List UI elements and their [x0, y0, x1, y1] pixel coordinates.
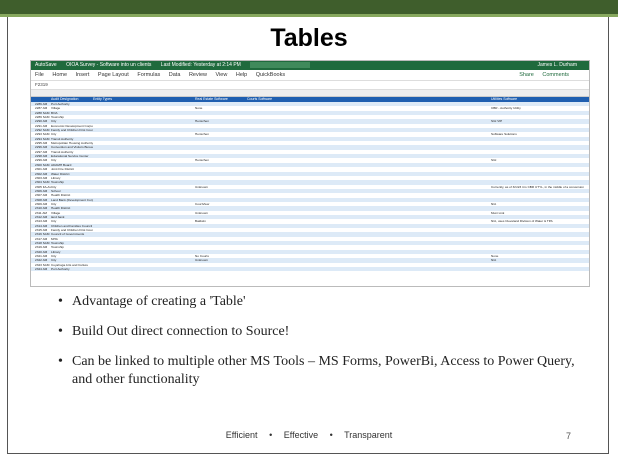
footer-efficient: Efficient	[225, 430, 258, 440]
menu-file[interactable]: File	[35, 72, 44, 78]
menu-page-layout[interactable]: Page Layout	[98, 72, 129, 78]
ribbon-menu: File Home Insert Page Layout Formulas Da…	[31, 70, 589, 80]
search-box[interactable]	[250, 61, 311, 68]
bullet-item: Advantage of creating a 'Table'	[58, 293, 578, 311]
menu-quickbooks[interactable]: QuickBooks	[256, 72, 285, 78]
share-comments: Share Comments	[519, 70, 576, 80]
table-row: 2324 AM Port Authority	[31, 267, 589, 272]
slide-title: Tables	[270, 24, 348, 52]
data-table: Audit Designation Entity Types Real Esta…	[31, 97, 589, 272]
menu-formulas[interactable]: Formulas	[137, 72, 160, 78]
menu-help[interactable]: Help	[236, 72, 247, 78]
autosave-label[interactable]: AutoSave	[35, 62, 57, 68]
menu-home[interactable]: Home	[52, 72, 67, 78]
slide-footer: Efficient • Effective • Transparent	[0, 430, 618, 440]
bullet-item: Can be linked to multiple other MS Tools…	[58, 353, 578, 389]
bullet-item: Build Out direct connection to Source!	[58, 323, 578, 341]
file-name: OIOA Survey - Software into un clients	[66, 62, 152, 68]
comments-button[interactable]: Comments	[542, 72, 569, 78]
table-cell[interactable]	[195, 267, 247, 271]
excel-screenshot: AutoSave OIOA Survey - Software into un …	[30, 60, 590, 287]
bullet-list: Advantage of creating a 'Table' Build Ou…	[58, 293, 578, 401]
share-button[interactable]: Share	[519, 72, 534, 78]
slide-top-bar	[0, 0, 618, 14]
table-cell[interactable]	[93, 267, 195, 271]
page-number: 7	[566, 431, 572, 441]
last-modified: Last Modified: Yesterday at 2:14 PM	[160, 62, 241, 68]
menu-insert[interactable]: Insert	[76, 72, 90, 78]
excel-titlebar: AutoSave OIOA Survey - Software into un …	[31, 61, 589, 70]
column-headers	[31, 90, 589, 97]
menu-review[interactable]: Review	[189, 72, 207, 78]
footer-effective: Effective	[283, 430, 319, 440]
name-box[interactable]: F2319	[35, 82, 48, 87]
formula-bar: F2319	[31, 80, 589, 90]
footer-dot: •	[329, 430, 333, 440]
table-cell[interactable]	[247, 267, 491, 271]
table-cell[interactable]: 2324 AM	[31, 267, 51, 271]
footer-transparent: Transparent	[344, 430, 393, 440]
footer-dot: •	[269, 430, 273, 440]
table-cell[interactable]: Port Authority	[51, 267, 93, 271]
menu-data[interactable]: Data	[169, 72, 181, 78]
user-name[interactable]: James L. Durham	[538, 61, 577, 70]
table-cell[interactable]	[491, 267, 589, 271]
menu-view[interactable]: View	[216, 72, 228, 78]
